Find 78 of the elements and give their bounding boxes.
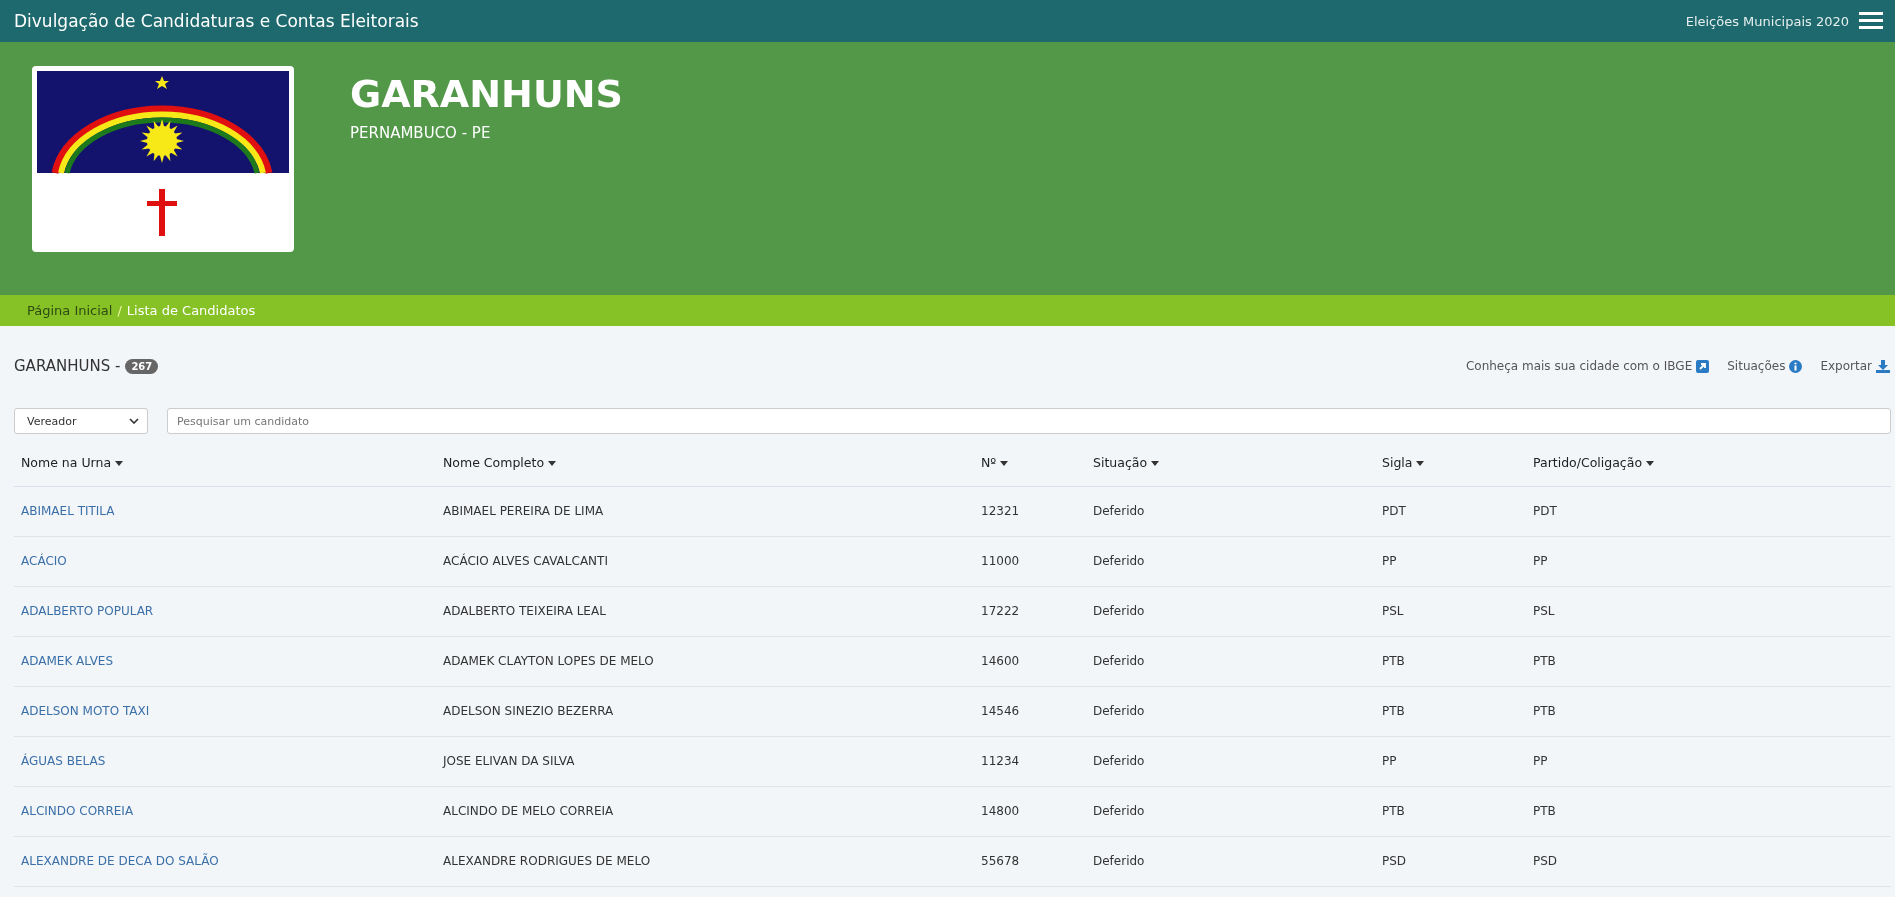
site-title: Divulgação de Candidaturas e Contas Eleitorais bbox=[14, 11, 419, 31]
election-label: Eleições Municipais 2020 bbox=[1685, 13, 1849, 29]
breadcrumb-separator: / bbox=[117, 303, 122, 318]
table-cell: PSL bbox=[1375, 586, 1526, 636]
candidate-link[interactable]: ABIMAEL TITILA bbox=[21, 504, 115, 518]
candidate-link[interactable]: ACÁCIO bbox=[21, 554, 67, 568]
action-link[interactable]: Exportar bbox=[1820, 359, 1890, 373]
office-select[interactable]: Vereador bbox=[14, 408, 148, 434]
table-cell: ALCINDO DE MELO CORREIA bbox=[436, 786, 974, 836]
sort-caret-icon bbox=[1646, 461, 1655, 467]
table-cell: Deferido bbox=[1086, 586, 1375, 636]
table-cell: Deferido bbox=[1086, 636, 1375, 686]
table-cell: JOSE ELIVAN DA SILVA bbox=[436, 736, 974, 786]
table-cell: ABIMAEL PEREIRA DE LIMA bbox=[436, 486, 974, 536]
table-cell: PTB bbox=[1375, 636, 1526, 686]
candidate-link[interactable]: ALCINDO CORREIA bbox=[21, 804, 134, 818]
table-cell: PSL bbox=[1526, 586, 1891, 636]
table-cell: PSD bbox=[1375, 836, 1526, 886]
table-cell: PP bbox=[1526, 536, 1891, 586]
external-link-icon bbox=[1696, 359, 1710, 373]
column-header[interactable]: Nome Completo bbox=[436, 440, 974, 486]
candidate-link[interactable]: ADALBERTO POPULAR bbox=[21, 604, 154, 618]
sort-caret-icon bbox=[1416, 461, 1425, 467]
info-icon bbox=[1789, 359, 1803, 373]
search-field[interactable]: Pesquisar um candidato bbox=[167, 408, 1891, 434]
table-cell: PTB bbox=[1526, 636, 1891, 686]
candidate-link[interactable]: ÁGUAS BELAS bbox=[21, 754, 106, 768]
city-name: GARANHUNS bbox=[350, 72, 623, 116]
table-cell: ALEXANDRE RODRIGUES DE MELO bbox=[436, 836, 974, 886]
table-cell: PTB bbox=[1375, 686, 1526, 736]
table-cell: ADAMEK CLAYTON LOPES DE MELO bbox=[436, 636, 974, 686]
table-cell: 14546 bbox=[974, 686, 1086, 736]
state-name: PERNAMBUCO - PE bbox=[350, 124, 492, 142]
table-cell: Deferido bbox=[1086, 486, 1375, 536]
column-header[interactable]: Sigla bbox=[1375, 440, 1526, 486]
count-badge: 267 bbox=[125, 358, 159, 374]
table-cell: Deferido bbox=[1086, 536, 1375, 586]
list-title: GARANHUNS - bbox=[14, 357, 121, 375]
sort-caret-icon bbox=[1000, 461, 1009, 467]
table-cell: 11000 bbox=[974, 536, 1086, 586]
menu-icon[interactable] bbox=[1859, 12, 1883, 30]
table-cell: ACÁCIO ALVES CAVALCANTI bbox=[436, 536, 974, 586]
table-cell: Deferido bbox=[1086, 786, 1375, 836]
breadcrumb-link[interactable]: Página Inicial bbox=[27, 303, 113, 318]
table-cell: 12321 bbox=[974, 486, 1086, 536]
column-header[interactable]: Situação bbox=[1086, 440, 1375, 486]
table-cell: Deferido bbox=[1086, 686, 1375, 736]
candidate-link[interactable]: ALEXANDRE DE DECA DO SALÃO bbox=[21, 854, 219, 868]
table-cell: 55678 bbox=[974, 836, 1086, 886]
table-cell: ADELSON SINEZIO BEZERRA bbox=[436, 686, 974, 736]
download-icon bbox=[1876, 359, 1890, 373]
table-cell: PP bbox=[1526, 736, 1891, 786]
candidate-link[interactable]: ADELSON MOTO TAXI bbox=[21, 704, 150, 718]
table-cell: 14600 bbox=[974, 636, 1086, 686]
action-link[interactable]: Conheça mais sua cidade com o IBGE bbox=[1465, 359, 1710, 373]
column-header[interactable]: Partido/Coligação bbox=[1526, 440, 1891, 486]
sort-caret-icon bbox=[115, 461, 124, 467]
sort-caret-icon bbox=[1151, 461, 1160, 467]
table-cell: PTB bbox=[1526, 686, 1891, 736]
table-cell: Deferido bbox=[1086, 736, 1375, 786]
table-cell: PP bbox=[1375, 536, 1526, 586]
table-cell: PTB bbox=[1375, 786, 1526, 836]
table-cell: 11234 bbox=[974, 736, 1086, 786]
table-cell: PSD bbox=[1526, 836, 1891, 886]
table-cell: 14800 bbox=[974, 786, 1086, 836]
candidate-link[interactable]: ADAMEK ALVES bbox=[21, 654, 114, 668]
table-cell: Deferido bbox=[1086, 836, 1375, 886]
sort-caret-icon bbox=[548, 461, 557, 467]
table-cell: ADALBERTO TEIXEIRA LEAL bbox=[436, 586, 974, 636]
column-header[interactable]: Nº bbox=[974, 440, 1086, 486]
chevron-icon bbox=[129, 418, 139, 424]
table-cell: PTB bbox=[1526, 786, 1891, 836]
column-header[interactable]: Nome na Urna bbox=[14, 440, 436, 486]
table-cell: PDT bbox=[1375, 486, 1526, 536]
action-link[interactable]: Situações bbox=[1727, 359, 1803, 373]
table-cell: PDT bbox=[1526, 486, 1891, 536]
table-cell: 17222 bbox=[974, 586, 1086, 636]
table-cell: PP bbox=[1375, 736, 1526, 786]
